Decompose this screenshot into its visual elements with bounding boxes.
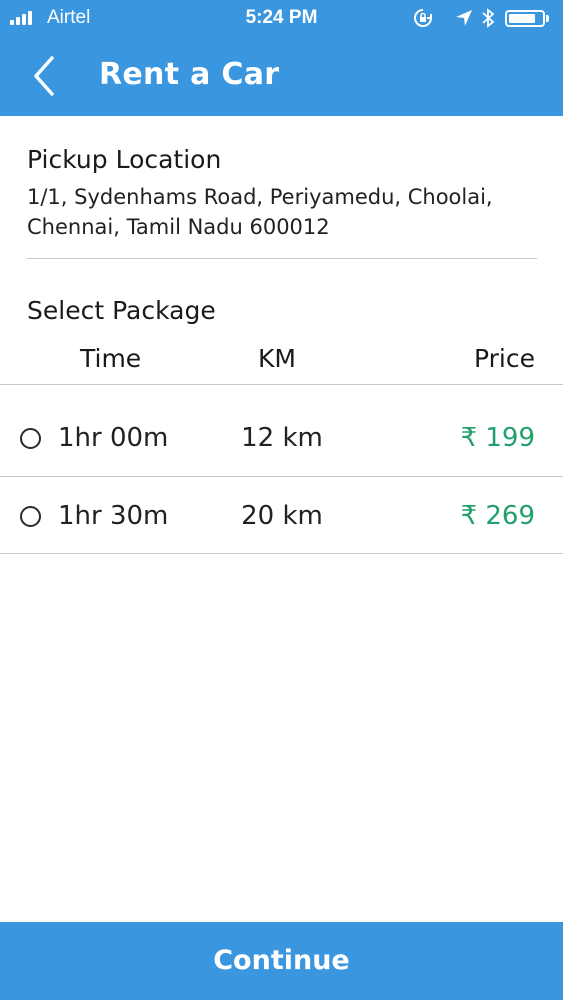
continue-button[interactable]: Continue <box>0 922 563 1000</box>
battery-icon <box>505 10 545 27</box>
package-km: 12 km <box>241 423 323 453</box>
pickup-address: 1/1, Sydenhams Road, Periyamedu, Choolai… <box>27 185 493 239</box>
page-title: Rent a Car <box>99 57 280 92</box>
package-price: ₹ 269 <box>460 501 535 531</box>
bluetooth-icon <box>482 8 495 28</box>
package-radio[interactable] <box>20 506 41 527</box>
divider <box>0 384 563 385</box>
package-radio[interactable] <box>20 428 41 449</box>
column-header-price: Price <box>474 344 535 373</box>
package-time: 1hr 00m <box>58 423 169 453</box>
orientation-lock-icon <box>414 9 432 27</box>
package-time: 1hr 30m <box>58 501 169 531</box>
select-package-heading: Select Package <box>27 296 216 325</box>
column-header-km: KM <box>258 344 296 373</box>
column-header-time: Time <box>80 344 142 373</box>
package-km: 20 km <box>241 501 323 531</box>
pickup-location-label: Pickup Location <box>27 145 222 174</box>
package-price: ₹ 199 <box>460 423 535 453</box>
pickup-location-section: Pickup Location 1/1, Sydenhams Road, Per… <box>27 144 539 242</box>
status-bar: Airtel 5:24 PM <box>0 0 563 36</box>
divider <box>0 476 563 477</box>
app-header: Airtel 5:24 PM Rent a Car <box>0 0 563 116</box>
package-row[interactable]: 1hr 30m 20 km ₹ 269 <box>0 478 563 554</box>
location-arrow-icon <box>456 10 472 26</box>
package-row[interactable]: 1hr 00m 12 km ₹ 199 <box>0 400 563 476</box>
divider <box>27 258 537 259</box>
back-button[interactable] <box>28 54 68 98</box>
divider <box>0 553 563 554</box>
status-icons <box>411 8 551 28</box>
chevron-left-icon <box>34 56 54 96</box>
